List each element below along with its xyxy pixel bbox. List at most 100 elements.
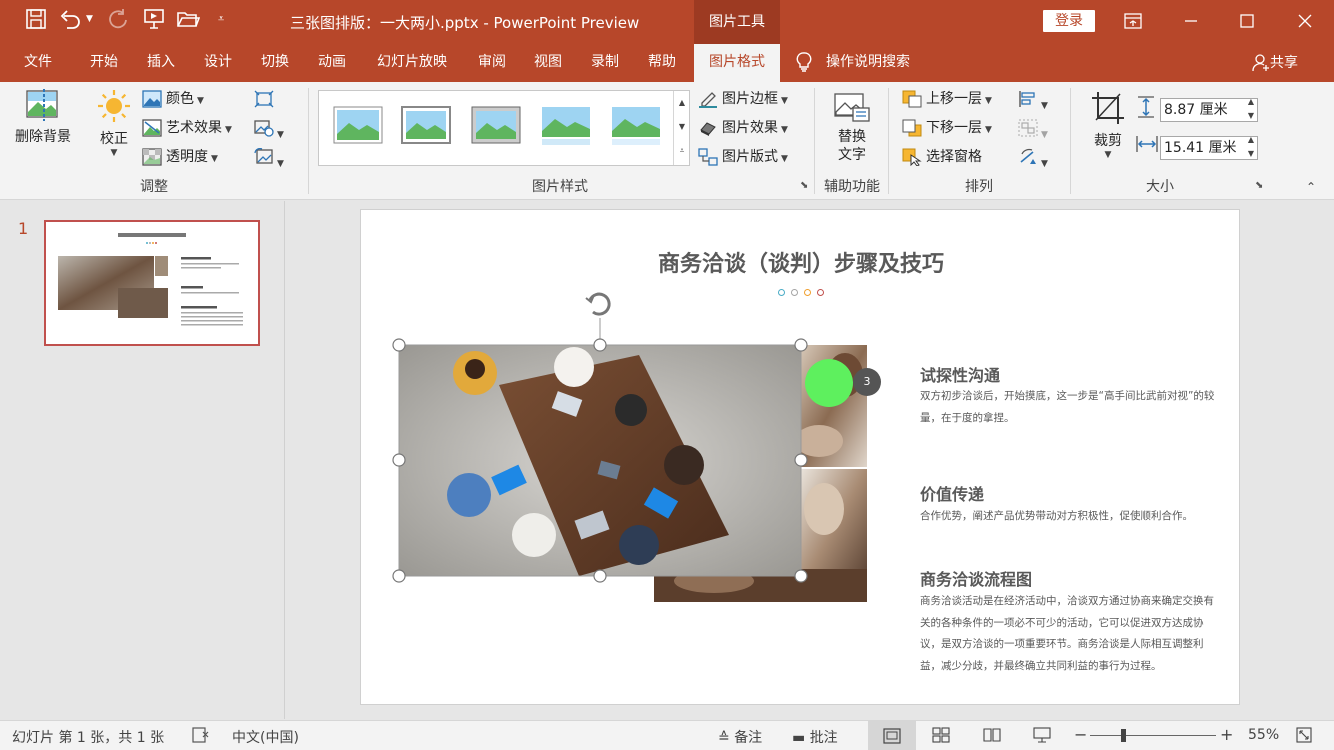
tab-picture-format[interactable]: 图片格式 (694, 44, 780, 82)
tab-transitions[interactable]: 切换 (247, 44, 303, 82)
customize-qat-icon[interactable]: ⩡ (218, 12, 224, 26)
bring-forward-button[interactable]: 上移一层 ▼ (902, 86, 992, 112)
style-thumbnail-2[interactable] (399, 101, 453, 149)
tab-review[interactable]: 审阅 (464, 44, 520, 82)
slideshow-view-icon[interactable] (1033, 727, 1051, 747)
slide-canvas[interactable]: 商务洽谈（谈判）步骤及技巧 3 试探性沟通 双方初步洽谈后，开始摸底，这一步是“… (360, 209, 1240, 705)
close-icon[interactable] (1282, 0, 1328, 44)
gallery-up-icon[interactable]: ▲ (674, 91, 690, 115)
save-icon[interactable] (22, 8, 50, 34)
style-thumbnail-1[interactable] (331, 101, 385, 149)
spin-arrows-icon[interactable]: ▲ ▼ (1248, 133, 1254, 161)
picture-styles-gallery[interactable]: ▲ ▼ ⩡ (318, 90, 690, 166)
alt-text-button[interactable]: 替换 文字 (826, 92, 878, 172)
section-2-text[interactable]: 合作优势，阐述产品优势带动对方积极性，促使顺利合作。 (920, 506, 1230, 528)
reset-picture-icon[interactable]: ▼ (254, 147, 284, 170)
section-3-title[interactable]: 商务洽谈流程图 (920, 566, 1032, 590)
tab-design[interactable]: 设计 (190, 44, 246, 82)
slide-number: 1 (18, 219, 29, 238)
corrections-button[interactable]: 校正 ▼ (92, 88, 136, 172)
open-folder-icon[interactable] (174, 8, 202, 34)
tell-me-search[interactable]: 操作说明搜索 (796, 44, 910, 82)
picture-effects-icon (700, 122, 716, 136)
section-2-title[interactable]: 价值传递 (920, 481, 984, 505)
group-divider (308, 88, 309, 194)
undo-icon[interactable] (56, 8, 84, 34)
selection-pane-button[interactable]: 选择窗格 (902, 144, 982, 170)
slide-title[interactable]: 商务洽谈（谈判）步骤及技巧 (561, 246, 1041, 278)
redo-icon[interactable] (104, 8, 132, 34)
tab-insert[interactable]: 插入 (133, 44, 189, 82)
tab-help[interactable]: 帮助 (634, 44, 690, 82)
undo-dropdown-icon[interactable]: ▼ (86, 14, 93, 24)
zoom-out-icon[interactable]: − (1074, 725, 1087, 744)
transparency-button[interactable]: 透明度 ▼ (142, 144, 218, 170)
dialog-launcher-icon[interactable]: ⬊ (800, 180, 808, 191)
spin-arrows-icon[interactable]: ▲ ▼ (1248, 95, 1254, 123)
color-button[interactable]: 颜色 ▼ (142, 86, 204, 112)
accessibility-check-icon[interactable] (192, 726, 210, 748)
width-field[interactable]: 15.41 厘米 ▲ ▼ (1160, 133, 1258, 161)
arrange-group-label: 排列 (965, 179, 993, 195)
selection-handles[interactable] (389, 288, 811, 586)
comments-button[interactable]: ▬ 批注 (792, 727, 838, 747)
tab-slideshow[interactable]: 幻灯片放映 (366, 44, 458, 82)
send-backward-button[interactable]: 下移一层 ▼ (902, 115, 992, 141)
group-objects-icon[interactable]: ▼ (1018, 119, 1048, 141)
reading-view-icon[interactable] (983, 727, 1001, 747)
picture-border-button[interactable]: 图片边框 ▼ (698, 86, 788, 112)
crop-button[interactable]: 裁剪 ▼ (1086, 90, 1130, 170)
remove-background-button[interactable]: 删除背景 (8, 88, 78, 156)
style-thumbnail-5[interactable] (609, 101, 663, 149)
tab-record[interactable]: 录制 (577, 44, 633, 82)
normal-view-button[interactable] (868, 721, 916, 750)
fit-to-window-icon[interactable] (1296, 727, 1312, 747)
zoom-in-icon[interactable]: + (1220, 725, 1233, 744)
tab-home[interactable]: 开始 (76, 44, 132, 82)
minimize-icon[interactable] (1168, 0, 1214, 44)
login-button[interactable]: 登录 (1043, 10, 1095, 32)
gallery-more-icon[interactable]: ⩡ (674, 139, 690, 163)
compress-pictures-icon[interactable] (254, 90, 274, 112)
slide-sorter-icon[interactable] (932, 727, 950, 747)
artistic-effects-button[interactable]: 艺术效果 ▼ (142, 115, 232, 141)
chevron-down-icon: ▼ (211, 154, 218, 164)
height-field[interactable]: 8.87 厘米 ▲ ▼ (1160, 95, 1258, 123)
language-status[interactable]: 中文(中国) (232, 727, 299, 747)
corrections-label: 校正 (100, 131, 128, 147)
slide-thumbnail[interactable] (44, 220, 260, 346)
notes-button[interactable]: ≙ 备注 (718, 727, 762, 747)
maximize-icon[interactable] (1224, 0, 1270, 44)
change-picture-icon[interactable]: ▼ (254, 119, 284, 141)
present-icon[interactable] (140, 8, 168, 34)
share-button[interactable]: 共享 (1252, 44, 1298, 82)
notes-icon: ≙ (718, 730, 730, 746)
gallery-scroll[interactable]: ▲ ▼ ⩡ (673, 91, 690, 165)
section-1-title[interactable]: 试探性沟通 (920, 362, 1000, 386)
green-circle-marker (805, 359, 853, 407)
picture-effects-button[interactable]: 图片效果 ▼ (698, 115, 788, 141)
section-3-text[interactable]: 商务洽谈活动是在经济活动中，洽谈双方通过协商来确定交换有关的各种条件的一项必不可… (920, 591, 1222, 677)
dialog-launcher-icon[interactable]: ⬊ (1255, 180, 1263, 191)
zoom-level[interactable]: 55% (1248, 727, 1279, 743)
slide-thumbnail-preview (46, 222, 258, 344)
alt-text-icon (834, 93, 870, 122)
ribbon-display-options-icon[interactable] (1110, 0, 1156, 44)
tab-view[interactable]: 视图 (520, 44, 576, 82)
collapse-ribbon-icon[interactable]: ⌃ (1306, 180, 1316, 194)
picture-layout-button[interactable]: 图片版式 ▼ (698, 144, 788, 170)
width-icon (1136, 134, 1158, 158)
align-icon[interactable]: ▼ (1018, 90, 1048, 112)
send-backward-label: 下移一层 (926, 120, 982, 136)
gallery-down-icon[interactable]: ▼ (674, 115, 690, 139)
style-thumbnail-4[interactable] (539, 101, 593, 149)
tab-file[interactable]: 文件 (10, 44, 66, 82)
chevron-down-icon: ▼ (781, 125, 788, 135)
tell-me-label: 操作说明搜索 (826, 54, 910, 70)
zoom-slider-thumb[interactable] (1121, 729, 1126, 742)
tab-animations[interactable]: 动画 (304, 44, 360, 82)
zoom-slider[interactable] (1090, 735, 1216, 736)
section-1-text[interactable]: 双方初步洽谈后，开始摸底，这一步是“高手间比武前对视”的较量，在于度的拿捏。 (920, 386, 1220, 429)
rotate-icon[interactable]: ▼ (1018, 148, 1048, 170)
style-thumbnail-3[interactable] (469, 101, 523, 149)
